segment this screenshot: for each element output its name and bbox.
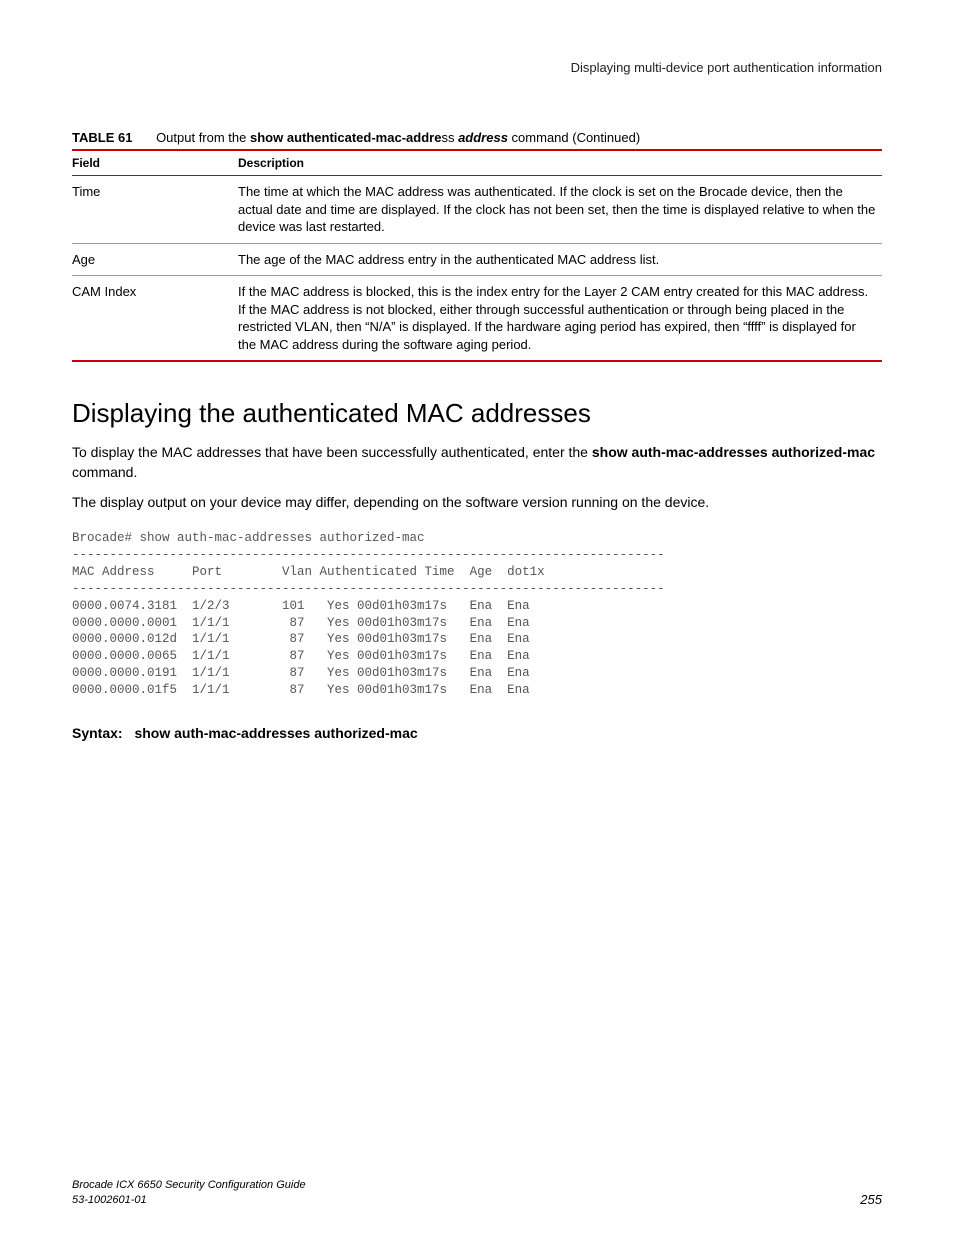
- th-desc: Description: [238, 150, 882, 176]
- cli-output: Brocade# show auth-mac-addresses authori…: [72, 530, 882, 699]
- footer-page-number: 255: [860, 1192, 882, 1207]
- table-label: TABLE 61: [72, 130, 132, 145]
- caption-cmd-italic: address: [458, 130, 508, 145]
- footer-left: Brocade ICX 6650 Security Configuration …: [72, 1178, 306, 1207]
- caption-prefix: Output from the: [156, 130, 250, 145]
- table-row: Age The age of the MAC address entry in …: [72, 243, 882, 276]
- cell-field: Time: [72, 176, 238, 244]
- syntax-cmd: show auth-mac-addresses authorized-mac: [134, 725, 417, 741]
- section-heading: Displaying the authenticated MAC address…: [72, 398, 882, 429]
- cell-desc: If the MAC address is blocked, this is t…: [238, 276, 882, 362]
- para-2: The display output on your device may di…: [72, 493, 882, 513]
- running-header: Displaying multi-device port authenticat…: [72, 60, 882, 75]
- table-row: Time The time at which the MAC address w…: [72, 176, 882, 244]
- cell-desc: The age of the MAC address entry in the …: [238, 243, 882, 276]
- syntax-line: Syntax: show auth-mac-addresses authoriz…: [72, 725, 882, 741]
- page-footer: Brocade ICX 6650 Security Configuration …: [72, 1178, 882, 1207]
- syntax-label: Syntax:: [72, 725, 123, 741]
- caption-cmd-tail: ss: [441, 130, 458, 145]
- caption-suffix: command (Continued): [508, 130, 640, 145]
- cell-desc: The time at which the MAC address was au…: [238, 176, 882, 244]
- para-1: To display the MAC addresses that have b…: [72, 443, 882, 482]
- fields-table: Field Description Time The time at which…: [72, 149, 882, 362]
- page: Displaying multi-device port authenticat…: [0, 0, 954, 1235]
- para1-t2: command.: [72, 464, 137, 480]
- para1-t1: To display the MAC addresses that have b…: [72, 444, 592, 460]
- th-field: Field: [72, 150, 238, 176]
- footer-doc-number: 53-1002601-01: [72, 1193, 306, 1207]
- footer-doc-title: Brocade ICX 6650 Security Configuration …: [72, 1178, 306, 1192]
- para1-cmd: show auth-mac-addresses authorized-mac: [592, 444, 875, 460]
- table-row: CAM Index If the MAC address is blocked,…: [72, 276, 882, 362]
- caption-cmd-bold: show authenticated-mac-addre: [250, 130, 441, 145]
- table-caption: TABLE 61 Output from the show authentica…: [72, 130, 882, 145]
- cell-field: CAM Index: [72, 276, 238, 362]
- cell-field: Age: [72, 243, 238, 276]
